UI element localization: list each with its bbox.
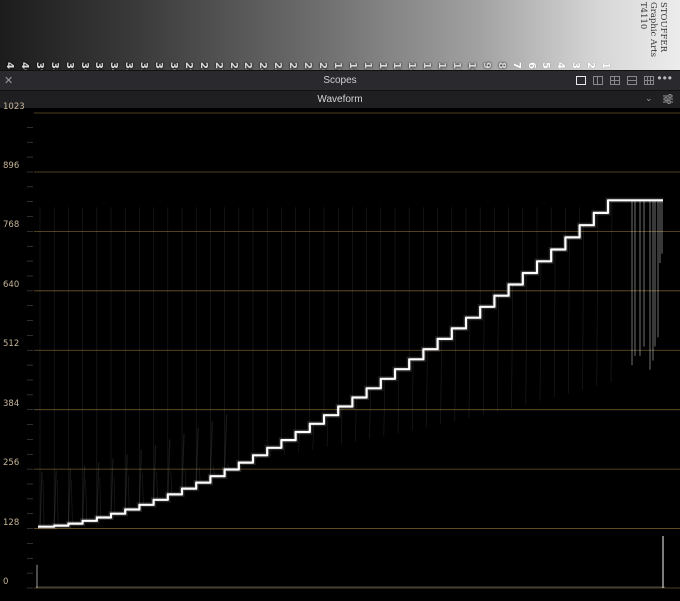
step-number: 28 bbox=[197, 62, 209, 70]
grid-view-icon[interactable] bbox=[610, 76, 620, 85]
step-number: 24 bbox=[257, 62, 269, 70]
step-number: 1 bbox=[600, 62, 611, 69]
step-number: 40 bbox=[18, 62, 30, 70]
y-axis-label: 256 bbox=[3, 458, 20, 469]
step-number: 12 bbox=[436, 62, 448, 70]
step-number: 2 bbox=[585, 62, 597, 69]
chevron-down-icon[interactable]: ⌄ bbox=[645, 93, 653, 104]
grayscale-gradient bbox=[0, 0, 680, 70]
step-number: 31 bbox=[153, 62, 164, 70]
waveform-edge-drop bbox=[631, 200, 636, 366]
step-number: 5 bbox=[540, 62, 552, 69]
step-number: 15 bbox=[391, 62, 403, 70]
step-number: 14 bbox=[406, 62, 418, 70]
scope-type-bar: Waveform ⌄ bbox=[0, 90, 680, 109]
step-number: 35 bbox=[93, 62, 105, 70]
waveform-edge-drop bbox=[639, 200, 645, 356]
step-number: 18 bbox=[346, 62, 358, 70]
step-number: 19 bbox=[331, 62, 343, 70]
four-up-view-icon[interactable] bbox=[644, 76, 654, 85]
step-number: 27 bbox=[212, 62, 224, 70]
brand-line: T4110 bbox=[638, 2, 648, 30]
step-number: 20 bbox=[316, 62, 328, 70]
single-view-icon[interactable] bbox=[576, 76, 586, 85]
step-number: 3 bbox=[570, 62, 582, 69]
step-number: 36 bbox=[78, 62, 90, 70]
step-number: 10 bbox=[465, 62, 477, 70]
settings-sliders-icon[interactable] bbox=[663, 94, 673, 104]
two-up-view-icon[interactable] bbox=[593, 76, 603, 85]
y-axis-label: 1023 bbox=[3, 102, 25, 112]
y-axis-label: 640 bbox=[3, 279, 20, 290]
step-number: 16 bbox=[376, 62, 388, 70]
scope-type-selector[interactable]: Waveform bbox=[0, 94, 680, 105]
brand-line: Graphic Arts bbox=[648, 2, 658, 57]
y-axis-label: 384 bbox=[3, 398, 20, 409]
step-number: 7 bbox=[510, 62, 522, 69]
step-number: 17 bbox=[361, 62, 373, 70]
step-number: 34 bbox=[108, 62, 120, 70]
step-number: 9 bbox=[480, 62, 492, 69]
y-axis-label: 512 bbox=[3, 339, 20, 350]
step-number: 37 bbox=[63, 62, 75, 70]
step-number: 32 bbox=[138, 62, 150, 70]
step-number: 26 bbox=[227, 62, 239, 70]
step-number: 4 bbox=[555, 62, 567, 69]
y-axis-label: 896 bbox=[3, 160, 20, 171]
step-number: 22 bbox=[287, 62, 299, 70]
step-number: 11 bbox=[451, 62, 462, 70]
waveform-edge-drop bbox=[654, 200, 659, 347]
y-axis-label: 128 bbox=[3, 517, 20, 528]
step-number: 39 bbox=[33, 62, 45, 70]
step-number: 38 bbox=[48, 62, 60, 70]
waveform-edge-drop bbox=[649, 200, 654, 370]
brand-line: STOUFFER bbox=[658, 2, 668, 53]
step-number: 41 bbox=[4, 62, 15, 70]
step-number: 23 bbox=[272, 62, 284, 70]
waveform-plot bbox=[27, 112, 680, 589]
step-number: 8 bbox=[495, 62, 507, 69]
grayscale-step-chart: 41 40 39 38 37 36 35 34 33 32 31 30 29 28 27 26 25 24 23 22… bbox=[0, 0, 680, 70]
waveform-scope: 1023 896 768 640 512 384 256 128 0 bbox=[0, 102, 680, 601]
step-number: 6 bbox=[525, 62, 537, 69]
y-axis-label: 0 bbox=[3, 577, 9, 587]
more-options-icon[interactable]: ••• bbox=[657, 71, 673, 85]
step-number: 21 bbox=[302, 62, 313, 70]
step-number: 33 bbox=[123, 62, 135, 70]
step-number: 13 bbox=[421, 62, 433, 70]
y-axis-label: 768 bbox=[3, 220, 20, 231]
step-number: 30 bbox=[167, 62, 179, 70]
chart-brand-label: STOUFFER Graphic Arts T4110 bbox=[638, 2, 668, 57]
step-number: 25 bbox=[242, 62, 254, 70]
step-number: 29 bbox=[182, 62, 194, 70]
stacked-view-icon[interactable] bbox=[627, 76, 637, 85]
scopes-title-bar: ✕ Scopes ••• bbox=[0, 70, 680, 91]
